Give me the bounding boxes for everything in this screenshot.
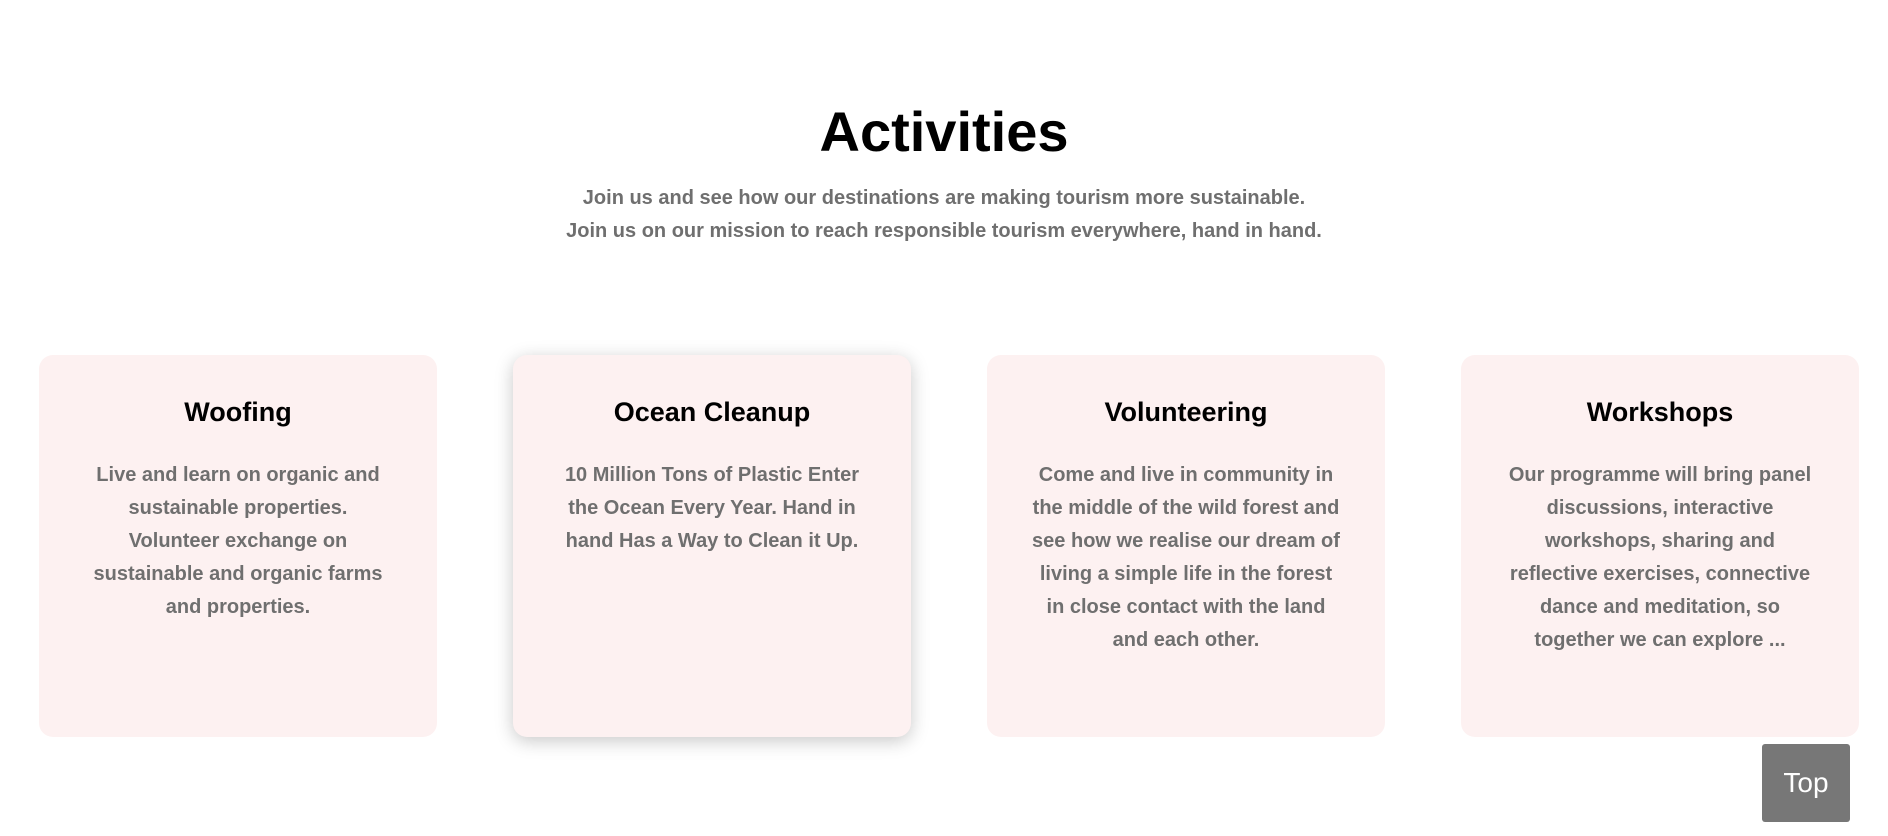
activity-cards: Woofing Live and learn on organic and su…	[39, 355, 1859, 737]
card-volunteering[interactable]: Volunteering Come and live in community …	[987, 355, 1385, 737]
card-title: Workshops	[1586, 397, 1734, 427]
card-description: Our programme will bring panel discussio…	[1508, 464, 1812, 651]
card-workshops[interactable]: Workshops Our programme will bring panel…	[1461, 355, 1859, 737]
subtitle-line-1: Join us and see how our destinations are…	[582, 187, 1306, 209]
subtitle-line-2: Join us on our mission to reach responsi…	[566, 220, 1322, 242]
card-title: Ocean Cleanup	[613, 397, 811, 427]
back-to-top-button[interactable]: Top	[1762, 744, 1850, 822]
card-description: Live and learn on organic and sustainabl…	[93, 464, 383, 618]
card-description: 10 Million Tons of Plastic Enter the Oce…	[564, 464, 860, 552]
card-title: Woofing	[184, 397, 292, 427]
card-description: Come and live in community in the middle…	[1032, 464, 1340, 651]
card-title: Volunteering	[1104, 397, 1268, 427]
card-woofing[interactable]: Woofing Live and learn on organic and su…	[39, 355, 437, 737]
section-title: Activities	[819, 100, 1069, 163]
activities-page: Activities Join us and see how our desti…	[0, 0, 1888, 836]
card-ocean-cleanup[interactable]: Ocean Cleanup 10 Million Tons of Plastic…	[513, 355, 911, 737]
activities-header: Activities Join us and see how our desti…	[0, 100, 1888, 248]
section-subtitle: Join us and see how our destinations are…	[0, 182, 1888, 248]
